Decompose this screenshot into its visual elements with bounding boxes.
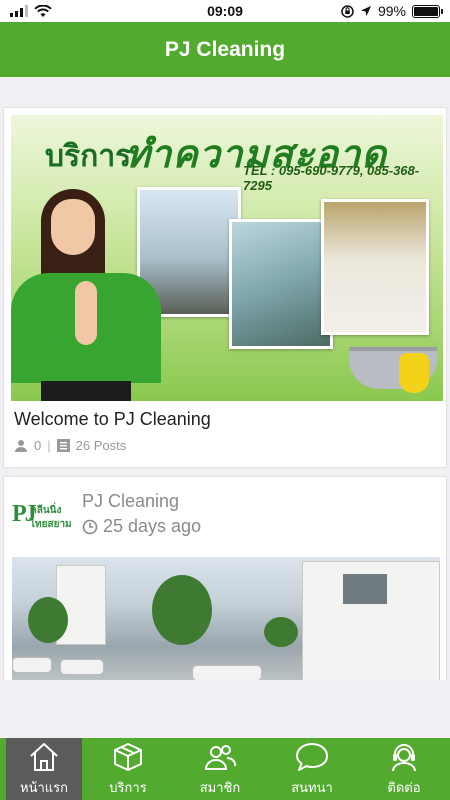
battery-percent: 99% — [377, 3, 406, 19]
banner-woman-figure — [11, 185, 161, 401]
post-card[interactable]: PJ คลีนนิ่ง ไทยสยาม PJ Cleaning 25 days … — [3, 476, 447, 680]
status-bar: 09:09 99% — [0, 0, 450, 22]
banner-word-service: บริการ — [45, 140, 132, 173]
pj-logo: PJ คลีนนิ่ง ไทยสยาม — [12, 501, 72, 530]
status-right: 99% — [341, 3, 443, 19]
members-icon — [204, 744, 237, 770]
post-author-row[interactable]: PJ คลีนนิ่ง ไทยสยาม PJ Cleaning 25 days … — [12, 491, 440, 537]
tab-home[interactable]: หน้าแรก — [6, 738, 82, 800]
chat-icon — [296, 742, 328, 771]
post-photo[interactable] — [12, 557, 440, 680]
tab-services-label: บริการ — [109, 779, 147, 795]
support-icon — [392, 743, 416, 771]
tab-bar: หน้าแรก บริการ สมาชิก สนทนา ติดต่อ — [0, 738, 450, 800]
banner-phone: TEL : 095-690-9779, 085-368-7295 — [243, 163, 420, 193]
meta-divider: | — [47, 438, 51, 453]
tab-members-label: สมาชิก — [199, 779, 241, 795]
status-left — [10, 4, 52, 18]
wifi-icon — [34, 4, 52, 17]
tab-chat[interactable]: สนทนา — [266, 738, 358, 800]
tab-home-label: หน้าแรก — [20, 779, 68, 795]
banner-glove — [399, 353, 429, 393]
box-icon — [114, 742, 142, 771]
orientation-lock-icon — [341, 4, 354, 18]
post-meta: 0 | 26 Posts — [14, 438, 440, 453]
author-name[interactable]: PJ Cleaning — [82, 491, 201, 512]
signal-icon — [10, 5, 28, 17]
app-header: PJ Cleaning — [0, 22, 450, 77]
banner-photo-lift — [321, 199, 429, 335]
posts-count: 26 Posts — [75, 438, 127, 453]
post-author-info: PJ Cleaning 25 days ago — [82, 491, 201, 537]
page-title: PJ Cleaning — [164, 37, 286, 61]
post-title[interactable]: Welcome to PJ Cleaning — [14, 409, 440, 430]
user-icon — [15, 439, 27, 452]
battery-icon — [412, 4, 443, 18]
tab-members[interactable]: สมาชิก — [174, 738, 266, 800]
member-count: 0 — [34, 438, 42, 453]
tab-chat-label: สนทนา — [291, 779, 333, 795]
list-icon — [56, 439, 70, 452]
banner-image[interactable]: บริการ ทำความสะอาด TEL : 095-690-9779, 0… — [11, 115, 443, 401]
home-icon — [30, 742, 58, 771]
tab-contact[interactable]: ติดต่อ — [358, 738, 450, 800]
clock-icon — [82, 519, 98, 534]
feed[interactable]: บริการ ทำความสะอาด TEL : 095-690-9779, 0… — [0, 77, 450, 680]
tab-services[interactable]: บริการ — [82, 738, 174, 800]
banner-photo-facade — [229, 219, 333, 349]
location-icon — [360, 6, 371, 16]
post-time-text: 25 days ago — [103, 516, 202, 536]
feature-card[interactable]: บริการ ทำความสะอาด TEL : 095-690-9779, 0… — [3, 107, 447, 468]
post-time: 25 days ago — [82, 516, 201, 537]
tab-contact-label: ติดต่อ — [387, 779, 421, 795]
